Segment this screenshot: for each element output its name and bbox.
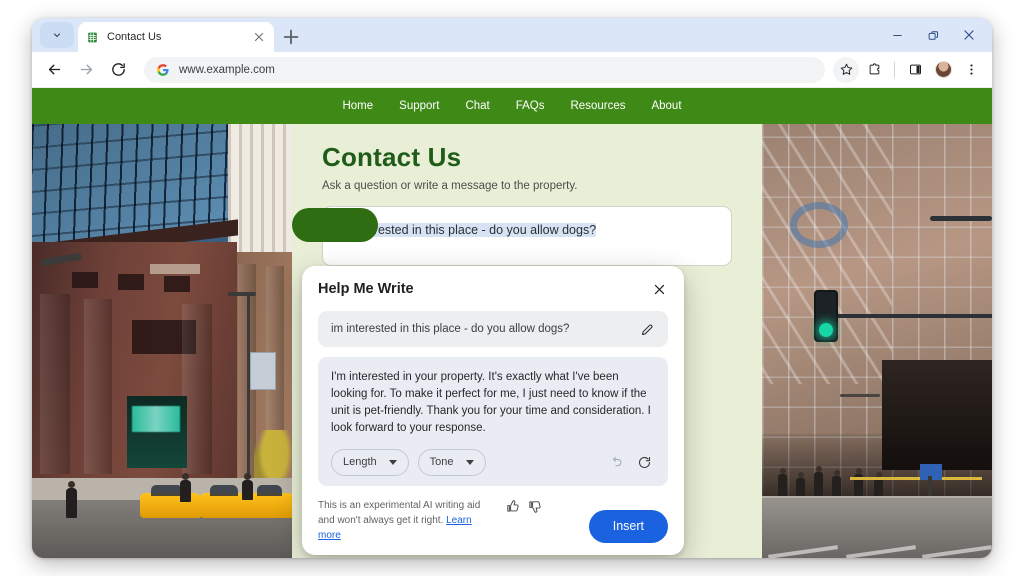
screen: Contact Us www.example.com Home Support …: [0, 0, 1024, 576]
window-controls: [880, 18, 986, 52]
length-label: Length: [343, 456, 377, 469]
dialog-title: Help Me Write: [318, 281, 414, 297]
more-menu-button[interactable]: [958, 57, 984, 83]
profile-button[interactable]: [930, 57, 956, 83]
traffic-light-green: [819, 323, 833, 337]
reload-button[interactable]: [104, 56, 132, 84]
dialog-header: Help Me Write: [318, 280, 668, 298]
generated-result: I'm interested in your property. It's ex…: [318, 357, 668, 486]
tab-close-icon[interactable]: [252, 30, 266, 44]
nav-item-chat[interactable]: Chat: [465, 100, 489, 112]
browser-toolbar: www.example.com: [32, 52, 992, 88]
thumbs-up-icon[interactable]: [505, 499, 520, 514]
toolbar-divider: [894, 61, 895, 78]
result-controls: Length Tone: [331, 448, 655, 476]
back-button[interactable]: [40, 56, 68, 84]
pencil-icon[interactable]: [640, 322, 655, 337]
tab-title: Contact Us: [107, 31, 162, 43]
right-photo: [762, 124, 992, 558]
minimize-button[interactable]: [880, 18, 914, 52]
google-g-icon: [157, 63, 169, 76]
nav-item-home[interactable]: Home: [342, 100, 373, 112]
page-viewport: Home Support Chat FAQs Resources About C…: [32, 88, 992, 558]
help-me-write-dialog: Help Me Write im interested in this plac…: [302, 266, 684, 555]
prompt-text: im interested in this place - do you all…: [331, 323, 570, 335]
generated-text: I'm interested in your property. It's ex…: [331, 371, 651, 434]
arrow-left-icon: [48, 64, 60, 75]
disclaimer: This is an experimental AI writing aid a…: [318, 498, 496, 543]
dialog-close-button[interactable]: [650, 280, 668, 298]
page-title: Contact Us: [322, 142, 462, 172]
bookmark-star-icon: [840, 63, 852, 75]
refresh-button[interactable]: [633, 451, 655, 473]
window-close-button[interactable]: [952, 18, 986, 52]
undo-button[interactable]: [605, 451, 627, 473]
send-button[interactable]: [292, 208, 378, 242]
insert-button[interactable]: Insert: [588, 509, 668, 543]
restore-icon: [928, 30, 938, 40]
dialog-footer: This is an experimental AI writing aid a…: [318, 498, 668, 543]
tone-label: Tone: [429, 456, 454, 469]
thumbs-down-icon[interactable]: [527, 499, 542, 514]
nav-item-faqs[interactable]: FAQs: [516, 100, 545, 112]
spreadsheet-icon: [88, 32, 97, 42]
left-photo: [32, 124, 292, 558]
tab-search-button[interactable]: [40, 22, 74, 48]
length-dropdown[interactable]: Length: [331, 448, 409, 476]
restore-button[interactable]: [916, 18, 950, 52]
nav-item-support[interactable]: Support: [399, 100, 439, 112]
chevron-down-icon: [465, 459, 474, 465]
message-textarea[interactable]: im interested in this place - do you all…: [322, 206, 732, 266]
tone-dropdown[interactable]: Tone: [417, 448, 486, 476]
nav-item-resources[interactable]: Resources: [571, 100, 626, 112]
profile-avatar: [934, 61, 952, 78]
undo-icon: [612, 456, 621, 466]
extensions-icon: [869, 63, 879, 75]
close-icon: [654, 284, 664, 294]
tab-strip: Contact Us: [32, 18, 992, 52]
page-content: Contact Us Ask a question or write a mes…: [32, 124, 992, 558]
address-bar-url: www.example.com: [179, 63, 275, 76]
site-nav: Home Support Chat FAQs Resources About: [32, 88, 992, 124]
feedback-buttons: [505, 498, 542, 514]
page-body: Contact Us Ask a question or write a mes…: [292, 124, 762, 555]
new-tab-button[interactable]: [280, 26, 302, 48]
bookmark-star-button[interactable]: [833, 56, 859, 83]
minimize-icon: [892, 34, 902, 36]
browser-window: Contact Us www.example.com Home Support …: [32, 18, 992, 558]
forward-button[interactable]: [72, 56, 100, 84]
side-panel-button[interactable]: [902, 57, 928, 83]
page-subtitle: Ask a question or write a message to the…: [322, 180, 578, 192]
refresh-icon: [638, 456, 650, 468]
more-menu-icon: [969, 64, 973, 75]
nav-item-about[interactable]: About: [651, 100, 681, 112]
arrow-right-icon: [80, 64, 92, 75]
center-column: Contact Us Ask a question or write a mes…: [292, 124, 762, 558]
extensions-button[interactable]: [861, 57, 887, 83]
chevron-down-icon: [53, 33, 61, 38]
chevron-down-icon: [388, 459, 397, 465]
tab-contact-us[interactable]: Contact Us: [78, 22, 274, 52]
prompt-chip[interactable]: im interested in this place - do you all…: [318, 311, 668, 347]
toolbar-actions: [833, 56, 984, 83]
reload-icon: [111, 63, 125, 76]
side-panel-icon: [909, 64, 921, 75]
address-bar[interactable]: www.example.com: [144, 56, 825, 83]
close-icon: [964, 30, 974, 40]
